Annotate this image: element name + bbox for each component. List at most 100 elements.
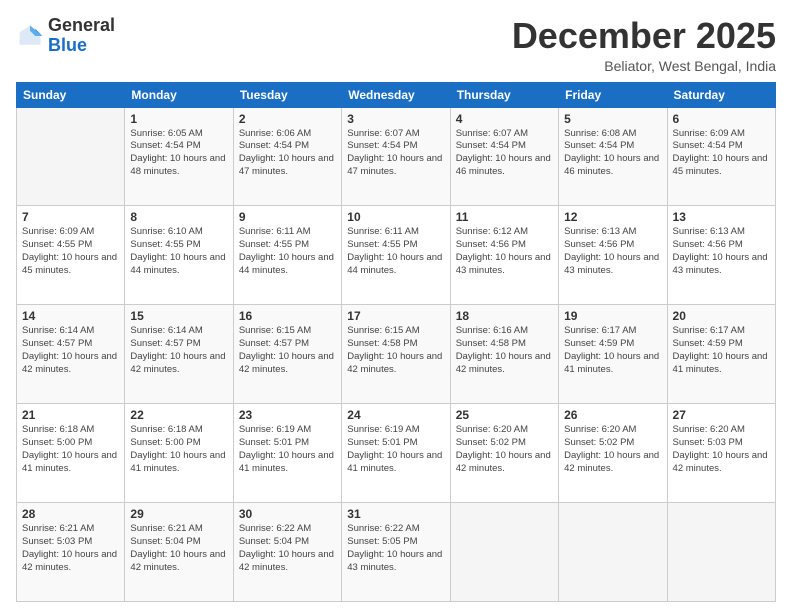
- table-row: 28 Sunrise: 6:21 AM Sunset: 5:03 PM Dayl…: [17, 503, 125, 602]
- header: General Blue December 2025 Beliator, Wes…: [16, 16, 776, 74]
- table-row: 1 Sunrise: 6:05 AM Sunset: 4:54 PM Dayli…: [125, 107, 233, 206]
- day-info: Sunrise: 6:18 AM Sunset: 5:00 PM Dayligh…: [130, 424, 227, 475]
- sunrise-text: Sunrise: 6:20 AM: [564, 424, 636, 435]
- sunset-text: Sunset: 4:57 PM: [22, 338, 92, 349]
- table-row: 18 Sunrise: 6:16 AM Sunset: 4:58 PM Dayl…: [450, 305, 558, 404]
- table-row: 4 Sunrise: 6:07 AM Sunset: 4:54 PM Dayli…: [450, 107, 558, 206]
- table-row: 27 Sunrise: 6:20 AM Sunset: 5:03 PM Dayl…: [667, 404, 775, 503]
- sunset-text: Sunset: 4:56 PM: [456, 239, 526, 250]
- day-number: 22: [130, 408, 227, 422]
- day-info: Sunrise: 6:13 AM Sunset: 4:56 PM Dayligh…: [564, 226, 661, 277]
- sunrise-text: Sunrise: 6:08 AM: [564, 128, 636, 139]
- day-number: 9: [239, 210, 336, 224]
- daylight-text: Daylight: 10 hours and 41 minutes.: [564, 351, 659, 375]
- daylight-text: Daylight: 10 hours and 42 minutes.: [347, 351, 442, 375]
- daylight-text: Daylight: 10 hours and 42 minutes.: [130, 549, 225, 573]
- day-info: Sunrise: 6:11 AM Sunset: 4:55 PM Dayligh…: [347, 226, 444, 277]
- calendar-week-row: 7 Sunrise: 6:09 AM Sunset: 4:55 PM Dayli…: [17, 206, 776, 305]
- day-info: Sunrise: 6:07 AM Sunset: 4:54 PM Dayligh…: [347, 128, 444, 179]
- sunrise-text: Sunrise: 6:13 AM: [673, 226, 745, 237]
- sunrise-text: Sunrise: 6:10 AM: [130, 226, 202, 237]
- daylight-text: Daylight: 10 hours and 41 minutes.: [347, 450, 442, 474]
- sunrise-text: Sunrise: 6:11 AM: [347, 226, 419, 237]
- table-row: 17 Sunrise: 6:15 AM Sunset: 4:58 PM Dayl…: [342, 305, 450, 404]
- sunrise-text: Sunrise: 6:18 AM: [22, 424, 94, 435]
- sunrise-text: Sunrise: 6:20 AM: [673, 424, 745, 435]
- sunrise-text: Sunrise: 6:14 AM: [22, 325, 94, 336]
- table-row: 31 Sunrise: 6:22 AM Sunset: 5:05 PM Dayl…: [342, 503, 450, 602]
- sunrise-text: Sunrise: 6:21 AM: [22, 523, 94, 534]
- table-row: 14 Sunrise: 6:14 AM Sunset: 4:57 PM Dayl…: [17, 305, 125, 404]
- day-number: 23: [239, 408, 336, 422]
- calendar-table: Sunday Monday Tuesday Wednesday Thursday…: [16, 82, 776, 602]
- daylight-text: Daylight: 10 hours and 43 minutes.: [564, 252, 659, 276]
- table-row: 9 Sunrise: 6:11 AM Sunset: 4:55 PM Dayli…: [233, 206, 341, 305]
- location: Beliator, West Bengal, India: [512, 58, 776, 74]
- table-row: [559, 503, 667, 602]
- day-number: 13: [673, 210, 770, 224]
- daylight-text: Daylight: 10 hours and 45 minutes.: [673, 153, 768, 177]
- table-row: 21 Sunrise: 6:18 AM Sunset: 5:00 PM Dayl…: [17, 404, 125, 503]
- sunset-text: Sunset: 4:59 PM: [673, 338, 743, 349]
- sunset-text: Sunset: 4:57 PM: [239, 338, 309, 349]
- day-info: Sunrise: 6:12 AM Sunset: 4:56 PM Dayligh…: [456, 226, 553, 277]
- sunset-text: Sunset: 4:55 PM: [347, 239, 417, 250]
- sunset-text: Sunset: 4:54 PM: [673, 140, 743, 151]
- sunrise-text: Sunrise: 6:22 AM: [347, 523, 419, 534]
- sunrise-text: Sunrise: 6:15 AM: [347, 325, 419, 336]
- table-row: 25 Sunrise: 6:20 AM Sunset: 5:02 PM Dayl…: [450, 404, 558, 503]
- table-row: 12 Sunrise: 6:13 AM Sunset: 4:56 PM Dayl…: [559, 206, 667, 305]
- logo-general-text: General: [48, 15, 115, 35]
- daylight-text: Daylight: 10 hours and 47 minutes.: [239, 153, 334, 177]
- day-info: Sunrise: 6:17 AM Sunset: 4:59 PM Dayligh…: [673, 325, 770, 376]
- sunrise-text: Sunrise: 6:09 AM: [22, 226, 94, 237]
- day-info: Sunrise: 6:20 AM Sunset: 5:03 PM Dayligh…: [673, 424, 770, 475]
- day-number: 26: [564, 408, 661, 422]
- sunset-text: Sunset: 5:05 PM: [347, 536, 417, 547]
- sunset-text: Sunset: 5:04 PM: [130, 536, 200, 547]
- day-number: 28: [22, 507, 119, 521]
- sunset-text: Sunset: 4:54 PM: [239, 140, 309, 151]
- sunset-text: Sunset: 4:56 PM: [673, 239, 743, 250]
- day-info: Sunrise: 6:20 AM Sunset: 5:02 PM Dayligh…: [564, 424, 661, 475]
- page: General Blue December 2025 Beliator, Wes…: [0, 0, 792, 612]
- sunrise-text: Sunrise: 6:14 AM: [130, 325, 202, 336]
- day-info: Sunrise: 6:15 AM Sunset: 4:58 PM Dayligh…: [347, 325, 444, 376]
- daylight-text: Daylight: 10 hours and 44 minutes.: [347, 252, 442, 276]
- day-info: Sunrise: 6:05 AM Sunset: 4:54 PM Dayligh…: [130, 128, 227, 179]
- daylight-text: Daylight: 10 hours and 43 minutes.: [673, 252, 768, 276]
- daylight-text: Daylight: 10 hours and 47 minutes.: [347, 153, 442, 177]
- table-row: 26 Sunrise: 6:20 AM Sunset: 5:02 PM Dayl…: [559, 404, 667, 503]
- sunset-text: Sunset: 4:55 PM: [130, 239, 200, 250]
- sunrise-text: Sunrise: 6:19 AM: [347, 424, 419, 435]
- table-row: 16 Sunrise: 6:15 AM Sunset: 4:57 PM Dayl…: [233, 305, 341, 404]
- col-saturday: Saturday: [667, 82, 775, 107]
- sunrise-text: Sunrise: 6:09 AM: [673, 128, 745, 139]
- day-info: Sunrise: 6:20 AM Sunset: 5:02 PM Dayligh…: [456, 424, 553, 475]
- table-row: 3 Sunrise: 6:07 AM Sunset: 4:54 PM Dayli…: [342, 107, 450, 206]
- logo-icon: [16, 22, 44, 50]
- day-info: Sunrise: 6:15 AM Sunset: 4:57 PM Dayligh…: [239, 325, 336, 376]
- daylight-text: Daylight: 10 hours and 43 minutes.: [456, 252, 551, 276]
- daylight-text: Daylight: 10 hours and 44 minutes.: [130, 252, 225, 276]
- calendar-week-row: 21 Sunrise: 6:18 AM Sunset: 5:00 PM Dayl…: [17, 404, 776, 503]
- calendar-week-row: 1 Sunrise: 6:05 AM Sunset: 4:54 PM Dayli…: [17, 107, 776, 206]
- sunrise-text: Sunrise: 6:12 AM: [456, 226, 528, 237]
- day-number: 7: [22, 210, 119, 224]
- day-number: 25: [456, 408, 553, 422]
- sunset-text: Sunset: 5:02 PM: [564, 437, 634, 448]
- day-info: Sunrise: 6:19 AM Sunset: 5:01 PM Dayligh…: [347, 424, 444, 475]
- col-monday: Monday: [125, 82, 233, 107]
- table-row: 22 Sunrise: 6:18 AM Sunset: 5:00 PM Dayl…: [125, 404, 233, 503]
- day-number: 12: [564, 210, 661, 224]
- table-row: 13 Sunrise: 6:13 AM Sunset: 4:56 PM Dayl…: [667, 206, 775, 305]
- sunset-text: Sunset: 5:01 PM: [347, 437, 417, 448]
- daylight-text: Daylight: 10 hours and 43 minutes.: [347, 549, 442, 573]
- daylight-text: Daylight: 10 hours and 42 minutes.: [22, 351, 117, 375]
- sunset-text: Sunset: 4:55 PM: [22, 239, 92, 250]
- sunrise-text: Sunrise: 6:16 AM: [456, 325, 528, 336]
- sunrise-text: Sunrise: 6:06 AM: [239, 128, 311, 139]
- day-info: Sunrise: 6:14 AM Sunset: 4:57 PM Dayligh…: [130, 325, 227, 376]
- month-title: December 2025: [512, 16, 776, 56]
- table-row: [450, 503, 558, 602]
